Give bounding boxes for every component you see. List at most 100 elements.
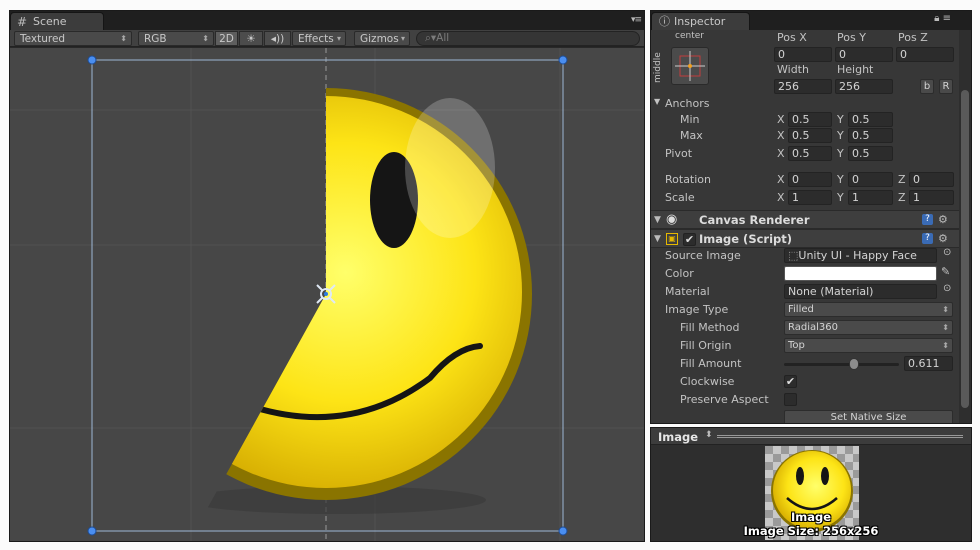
axis-y-label: Y xyxy=(837,191,844,204)
2d-toggle[interactable]: 2D xyxy=(215,31,238,46)
fill-method-dropdown[interactable]: Radial360 ⬍ xyxy=(784,320,953,335)
color-swatch[interactable] xyxy=(784,266,937,281)
help-icon[interactable]: ? xyxy=(922,214,933,225)
material-field[interactable]: None (Material) xyxy=(784,284,937,299)
preview-header[interactable]: Image ⬍ xyxy=(651,428,971,445)
lock-icon[interactable]: 🔒︎ ≡ xyxy=(934,13,951,24)
foldout-arrow-icon[interactable]: ▼ xyxy=(654,215,661,225)
axis-z-label: Z xyxy=(898,173,906,186)
preview-dropdown-arrow-icon[interactable]: ⬍ xyxy=(705,430,713,440)
dropdown-arrow-icon: ⬍ xyxy=(942,341,949,350)
resize-handle-top-left[interactable] xyxy=(87,55,97,65)
width-label: Width xyxy=(777,63,809,76)
fill-amount-slider-thumb[interactable] xyxy=(849,358,860,370)
preserve-aspect-checkbox[interactable] xyxy=(784,393,797,406)
pos-y-field[interactable]: 0 xyxy=(835,47,893,62)
scrollbar-thumb[interactable] xyxy=(961,90,969,408)
fill-method-value: Radial360 xyxy=(788,322,838,333)
dropdown-arrow-icon: ⬍ xyxy=(120,34,127,43)
anchors-label[interactable]: Anchors xyxy=(665,97,710,110)
gear-icon[interactable]: ⚙ xyxy=(938,213,948,226)
shading-mode-dropdown[interactable]: Textured ⬍ xyxy=(14,31,132,46)
rotation-z-field[interactable]: 0 xyxy=(909,172,954,187)
lighting-toggle-icon[interactable]: ☀ xyxy=(239,31,263,46)
eyedropper-icon[interactable]: ✎ xyxy=(941,265,950,278)
scene-tab-label: Scene xyxy=(33,15,67,28)
render-mode-dropdown[interactable]: RGB ⬍ xyxy=(138,31,214,46)
anchor-min-x-field[interactable]: 0.5 xyxy=(788,112,832,127)
canvas-renderer-header[interactable]: ▼ ◉ Canvas Renderer ? ⚙ xyxy=(651,210,959,229)
image-script-header[interactable]: ▼ ▣ ✔ Image (Script) ? ⚙ xyxy=(651,229,959,248)
inspector-tab[interactable]: ⓘ Inspector xyxy=(651,12,750,30)
eye-icon: ◉ xyxy=(666,212,678,227)
help-icon[interactable]: ? xyxy=(922,233,933,244)
axis-y-label: Y xyxy=(837,129,844,142)
axis-x-label: X xyxy=(777,147,785,160)
resize-handle-top-right[interactable] xyxy=(558,55,568,65)
scale-y-field[interactable]: 1 xyxy=(848,190,893,205)
source-image-label: Source Image xyxy=(665,249,741,262)
pos-z-field[interactable]: 0 xyxy=(896,47,954,62)
panel-menu-icon[interactable]: ▾≡ xyxy=(631,15,642,25)
axis-x-label: X xyxy=(777,113,785,126)
scene-search-input[interactable]: ⌕▾All xyxy=(416,31,640,46)
scene-canvas[interactable] xyxy=(10,48,644,541)
gear-icon[interactable]: ⚙ xyxy=(938,232,948,245)
anchor-max-x-field[interactable]: 0.5 xyxy=(788,128,832,143)
image-enabled-checkbox[interactable]: ✔ xyxy=(683,233,696,246)
rotation-x-field[interactable]: 0 xyxy=(788,172,832,187)
effects-dropdown[interactable]: Effects ▾ xyxy=(292,31,346,46)
happy-face-image[interactable] xyxy=(120,88,532,514)
image-script-title: Image (Script) xyxy=(699,232,793,246)
dropdown-arrow-icon: ⬍ xyxy=(202,34,209,43)
scale-x-field[interactable]: 1 xyxy=(788,190,832,205)
preview-title: Image xyxy=(658,430,699,444)
axis-y-label: Y xyxy=(837,113,844,126)
source-image-field[interactable]: ⬚Unity UI - Happy Face xyxy=(784,248,937,263)
fill-origin-dropdown[interactable]: Top ⬍ xyxy=(784,338,953,353)
image-type-label: Image Type xyxy=(665,303,729,316)
pivot-x-field[interactable]: 0.5 xyxy=(788,146,832,161)
anchor-max-label: Max xyxy=(680,129,703,142)
clockwise-checkbox[interactable]: ✔ xyxy=(784,375,797,388)
pivot-y-field[interactable]: 0.5 xyxy=(848,146,893,161)
width-field[interactable]: 256 xyxy=(774,79,832,94)
search-icon: ⌕▾ xyxy=(425,32,437,44)
height-field[interactable]: 256 xyxy=(835,79,893,94)
object-picker-icon[interactable]: ⊙ xyxy=(943,247,951,258)
raw-edit-button[interactable]: R xyxy=(939,79,953,94)
fill-origin-label: Fill Origin xyxy=(680,339,732,352)
resize-handle-bottom-right[interactable] xyxy=(558,526,568,536)
image-type-dropdown[interactable]: Filled ⬍ xyxy=(784,302,953,317)
fill-amount-field[interactable]: 0.611 xyxy=(904,356,953,371)
inspector-scrollbar[interactable] xyxy=(959,30,971,423)
pos-x-label: Pos X xyxy=(777,31,807,44)
pivot-label: Pivot xyxy=(665,147,693,160)
resize-handle-bottom-left[interactable] xyxy=(87,526,97,536)
set-native-size-button[interactable]: Set Native Size xyxy=(784,410,953,423)
preview-caption-size: Image Size: 256x256 xyxy=(743,524,879,538)
scale-z-field[interactable]: 1 xyxy=(909,190,954,205)
info-icon: ⓘ xyxy=(659,15,670,28)
rotation-y-field[interactable]: 0 xyxy=(848,172,893,187)
scene-viewport[interactable] xyxy=(10,48,644,541)
anchor-min-y-field[interactable]: 0.5 xyxy=(848,112,893,127)
fill-amount-slider-track[interactable] xyxy=(784,363,899,366)
dropdown-arrow-icon: ⬍ xyxy=(942,323,949,332)
anchor-preset-button[interactable] xyxy=(671,47,709,85)
axis-y-label: Y xyxy=(837,173,844,186)
preview-panel: Image ⬍ Image Image Size: 256x256 xyxy=(650,427,972,542)
blueprint-mode-button[interactable]: b xyxy=(920,79,934,94)
scene-tab[interactable]: # Scene xyxy=(10,12,104,30)
object-picker-icon[interactable]: ⊙ xyxy=(943,283,951,294)
foldout-arrow-icon[interactable]: ▼ xyxy=(654,234,661,244)
preview-drag-handle[interactable] xyxy=(717,435,963,438)
audio-toggle-icon[interactable]: ◂)) xyxy=(264,31,291,46)
anchors-foldout-icon[interactable]: ▼ xyxy=(654,97,660,106)
anchor-max-y-field[interactable]: 0.5 xyxy=(848,128,893,143)
pos-x-field[interactable]: 0 xyxy=(774,47,832,62)
sprite-icon: ⬚ xyxy=(788,249,799,262)
gizmos-dropdown[interactable]: Gizmos ▾ xyxy=(354,31,410,46)
axis-x-label: X xyxy=(777,191,785,204)
fill-amount-label: Fill Amount xyxy=(680,357,742,370)
